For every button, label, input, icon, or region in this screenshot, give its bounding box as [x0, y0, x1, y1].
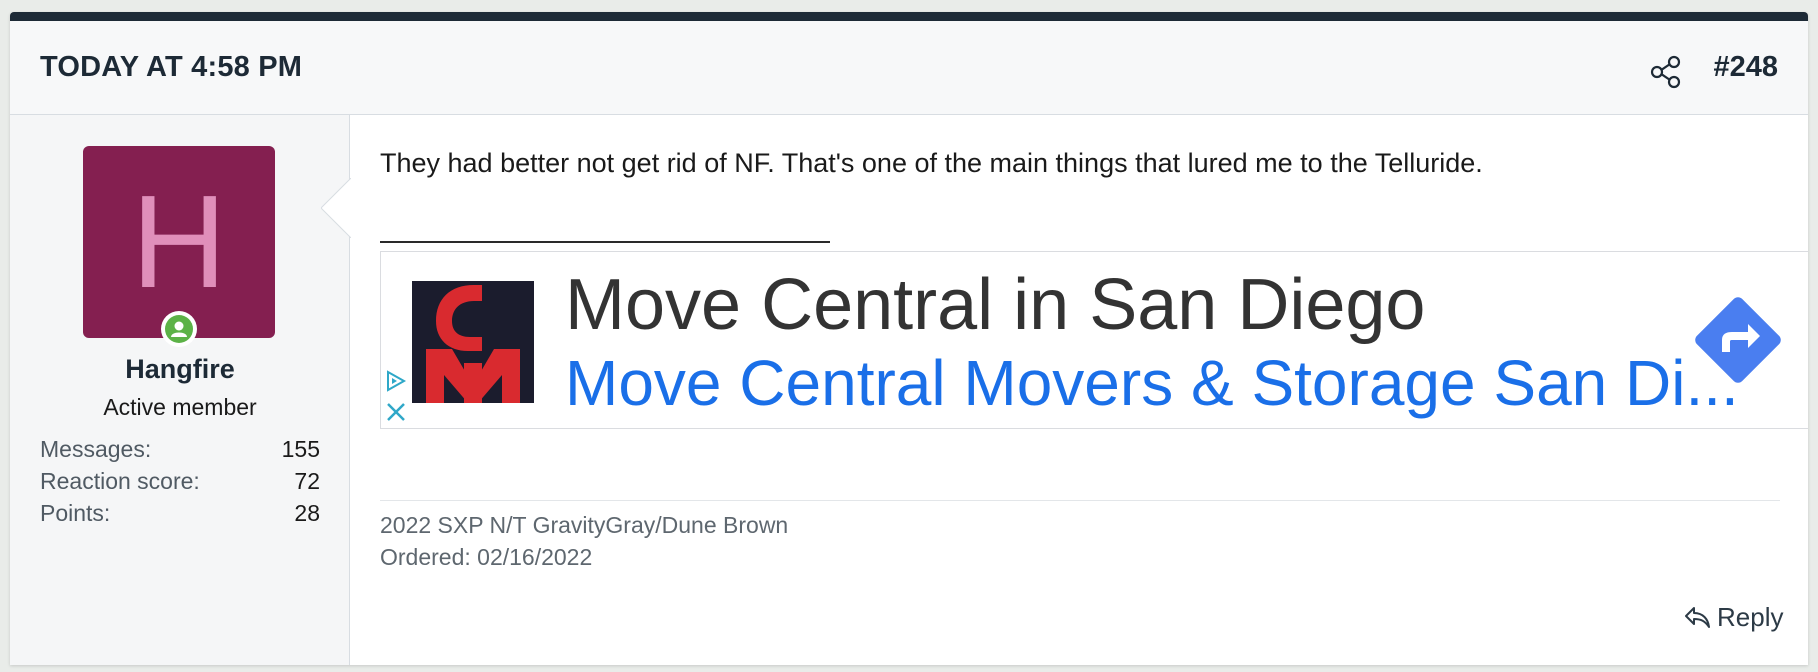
- ad-banner[interactable]: Move Central in San Diego Move Central M…: [380, 251, 1808, 429]
- adchoices-icon[interactable]: [384, 369, 408, 393]
- stat-reaction-score: Reaction score: 72: [40, 465, 320, 497]
- forum-post: TODAY AT 4:58 PM #248 H Hangfire Active …: [10, 12, 1808, 665]
- message-body: They had better not get rid of NF. That'…: [380, 148, 1483, 178]
- avatar[interactable]: H: [83, 146, 275, 338]
- directions-icon[interactable]: [1690, 292, 1786, 388]
- separator-line: [380, 241, 830, 243]
- post-date[interactable]: TODAY AT 4:58 PM: [40, 51, 302, 84]
- reply-button[interactable]: Reply: [1683, 600, 1783, 634]
- signature-line-2: Ordered: 02/16/2022: [380, 544, 593, 570]
- signature: 2022 SXP N/T GravityGray/Dune Brown Orde…: [380, 509, 788, 573]
- stat-points: Points: 28: [40, 497, 320, 529]
- stat-label: Reaction score:: [40, 468, 200, 494]
- username[interactable]: Hangfire: [10, 354, 350, 385]
- share-icon[interactable]: [1650, 55, 1682, 89]
- post-content: They had better not get rid of NF. That'…: [350, 115, 1808, 665]
- message-pointer: [321, 178, 351, 238]
- reply-icon: [1685, 607, 1710, 628]
- ad-subtitle[interactable]: Move Central Movers & Storage San Di...: [565, 346, 1739, 420]
- signature-divider: [380, 500, 1780, 501]
- stat-value: 72: [294, 468, 320, 494]
- user-title: Active member: [103, 394, 257, 420]
- close-icon[interactable]: [384, 400, 408, 424]
- stat-messages: Messages: 155: [40, 433, 320, 465]
- ad-title[interactable]: Move Central in San Diego: [565, 264, 1425, 346]
- signature-line-1: 2022 SXP N/T GravityGray/Dune Brown: [380, 512, 789, 538]
- stat-label: Points:: [40, 500, 111, 526]
- stat-value: 28: [294, 500, 320, 526]
- stat-label: Messages:: [40, 436, 152, 462]
- post-header: TODAY AT 4:58 PM #248: [10, 21, 1808, 115]
- user-stats: Messages: 155 Reaction score: 72 Points:…: [40, 433, 320, 529]
- post-number[interactable]: #248: [1713, 51, 1778, 84]
- online-icon: [161, 311, 197, 347]
- cm-logo[interactable]: [412, 281, 534, 403]
- stat-value: 155: [281, 436, 320, 462]
- user-info: H Hangfire Active member Messages: 155 R…: [10, 115, 350, 665]
- reply-label: Reply: [1717, 601, 1784, 632]
